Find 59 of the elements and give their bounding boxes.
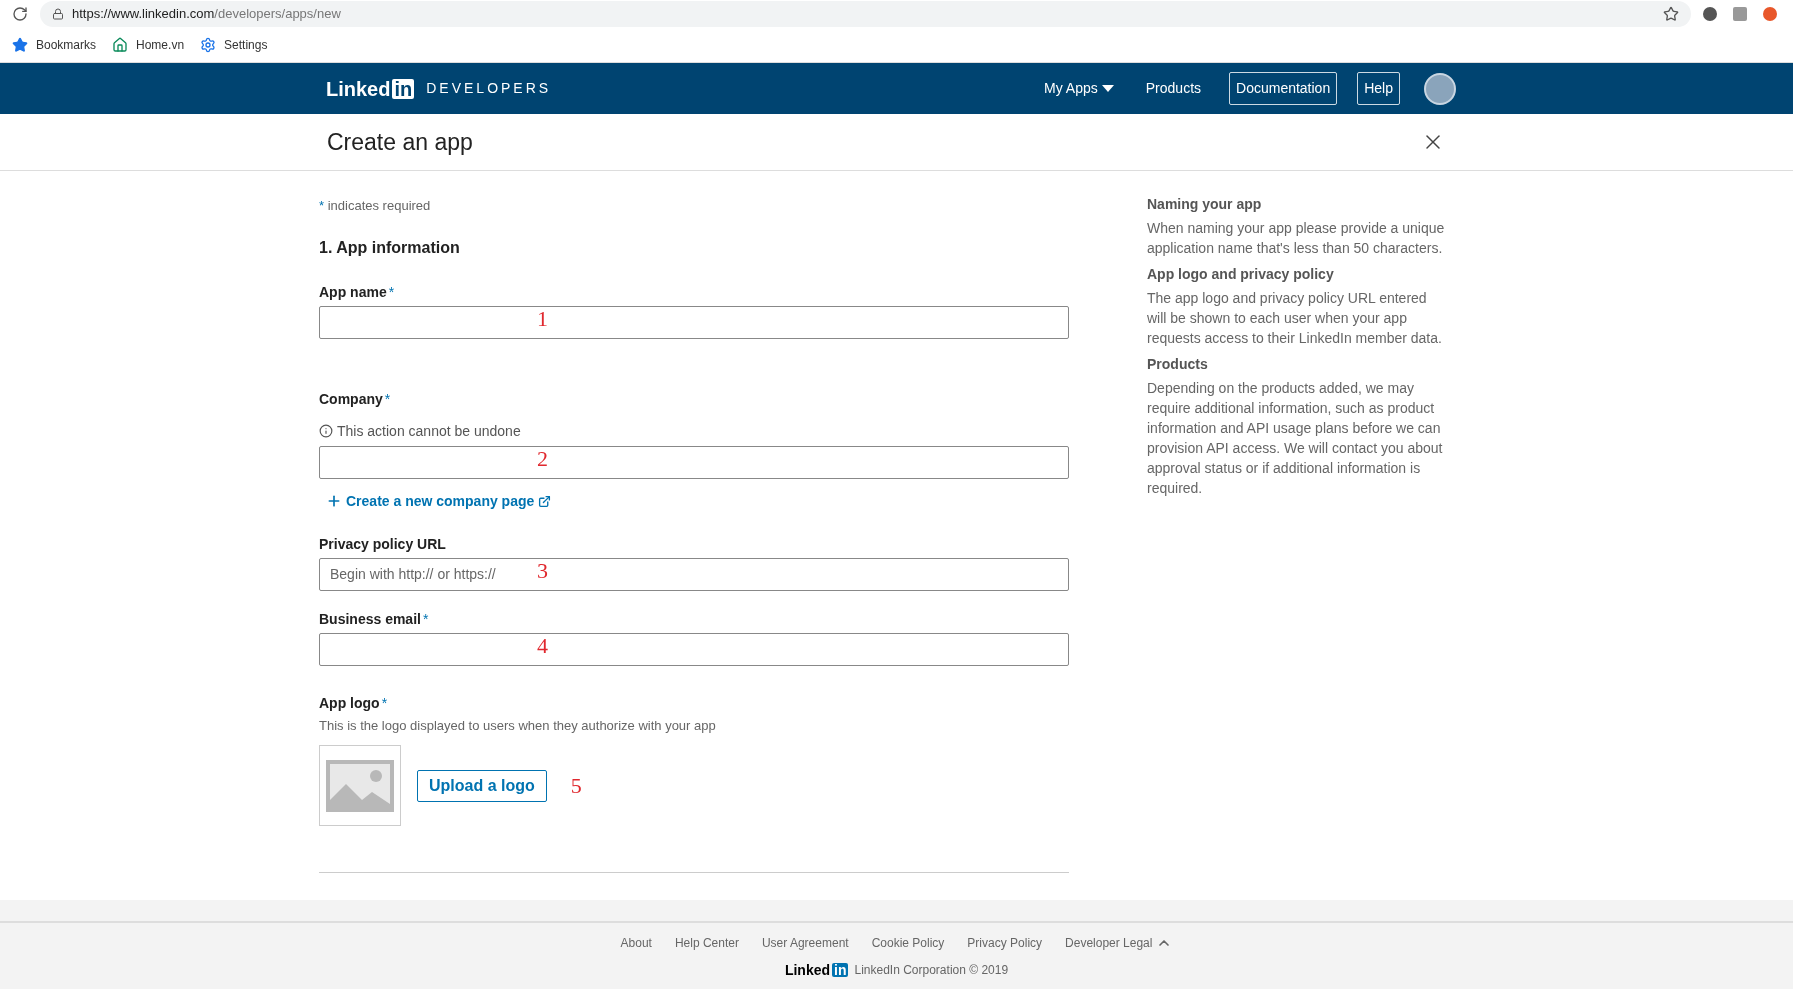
field-label: App name* xyxy=(319,282,396,302)
avatar[interactable] xyxy=(1424,72,1456,105)
nav-link[interactable]: Documentation xyxy=(1229,72,1338,105)
input-field[interactable] xyxy=(319,445,1069,479)
home-icon xyxy=(112,37,129,53)
extension-icon[interactable] xyxy=(1703,7,1717,21)
linkedin-logo: Linked in xyxy=(326,78,415,99)
bookmark-star-icon[interactable] xyxy=(1663,6,1679,22)
star-icon xyxy=(12,37,28,53)
brand-suffix: DEVELOPERS xyxy=(426,79,552,98)
help-heading: Naming your app xyxy=(1147,195,1263,214)
annotation-number: 4 xyxy=(537,634,548,657)
nav-link[interactable]: Products xyxy=(1137,78,1210,99)
help-text: The app logo and privacy policy URL entered will be shown to each user when your app requests access to their LinkedIn member data. xyxy=(1147,289,1443,348)
create-company-link[interactable]: Create a new company page xyxy=(326,490,552,512)
field-label: App logo* xyxy=(319,693,389,713)
upload-logo-button[interactable]: Upload a logo xyxy=(417,769,547,802)
reload-icon[interactable] xyxy=(12,6,28,22)
section-title: 1. App information xyxy=(319,237,461,258)
field-label: Business email* xyxy=(319,609,430,629)
nav-link[interactable]: Help xyxy=(1357,72,1400,105)
footer-link[interactable]: Cookie Policy xyxy=(871,933,945,952)
help-text: When naming your app please provide a unique application name that's less than 50 characters. xyxy=(1147,219,1446,258)
field-label: Company* xyxy=(319,389,392,409)
copyright-text: LinkedIn Corporation © 2019 xyxy=(854,961,1009,979)
lock-icon xyxy=(52,8,64,20)
input-field[interactable] xyxy=(319,305,1069,339)
plus-icon xyxy=(326,493,342,509)
info-icon xyxy=(319,424,333,438)
field-label: Privacy policy URL xyxy=(319,534,447,554)
footer-link[interactable]: User Agreement xyxy=(761,933,849,952)
linkedin-logo: Linked in xyxy=(784,962,849,977)
footer-dropdown[interactable]: Developer Legal xyxy=(1065,933,1173,952)
extension-icon[interactable] xyxy=(1763,7,1777,21)
image-icon xyxy=(326,759,394,812)
nav-menu[interactable]: My Apps xyxy=(1040,78,1118,99)
annotation-number: 5 xyxy=(570,772,582,800)
footer-link[interactable]: Privacy Policy xyxy=(967,933,1043,952)
settings-icon xyxy=(200,37,217,53)
help-heading: App logo and privacy policy xyxy=(1147,265,1335,284)
help-heading: Products xyxy=(1147,355,1209,374)
bookmark-item[interactable]: Home.vn xyxy=(112,36,185,54)
bookmark-item[interactable]: Settings xyxy=(200,36,268,54)
annotation-number: 2 xyxy=(537,447,548,470)
annotation-number: 1 xyxy=(537,307,548,330)
page-title: Create an app xyxy=(327,127,473,157)
logo-description: This is the logo displayed to users when they authorize with your app xyxy=(319,716,717,735)
caret-icon xyxy=(1101,84,1114,93)
bookmark-item[interactable]: Bookmarks xyxy=(12,36,97,54)
footer-link[interactable]: Help Center xyxy=(674,933,739,952)
url-text: https://www.linkedin.com/developers/apps/new xyxy=(72,5,341,24)
footer-link[interactable]: About xyxy=(620,933,652,952)
field-note: This action cannot be undone xyxy=(337,421,521,441)
annotation-number: 3 xyxy=(537,559,548,582)
required-note: * indicates required xyxy=(319,197,432,215)
address-bar[interactable]: https://www.linkedin.com/developers/apps/new xyxy=(40,1,1691,27)
input-field[interactable] xyxy=(319,632,1069,666)
help-text: Depending on the products added, we may require additional information, such as product information and API usage plans before we can provision API access. We will contact you about approval status or if additional information is required. xyxy=(1147,379,1444,498)
external-link-icon xyxy=(538,494,552,508)
